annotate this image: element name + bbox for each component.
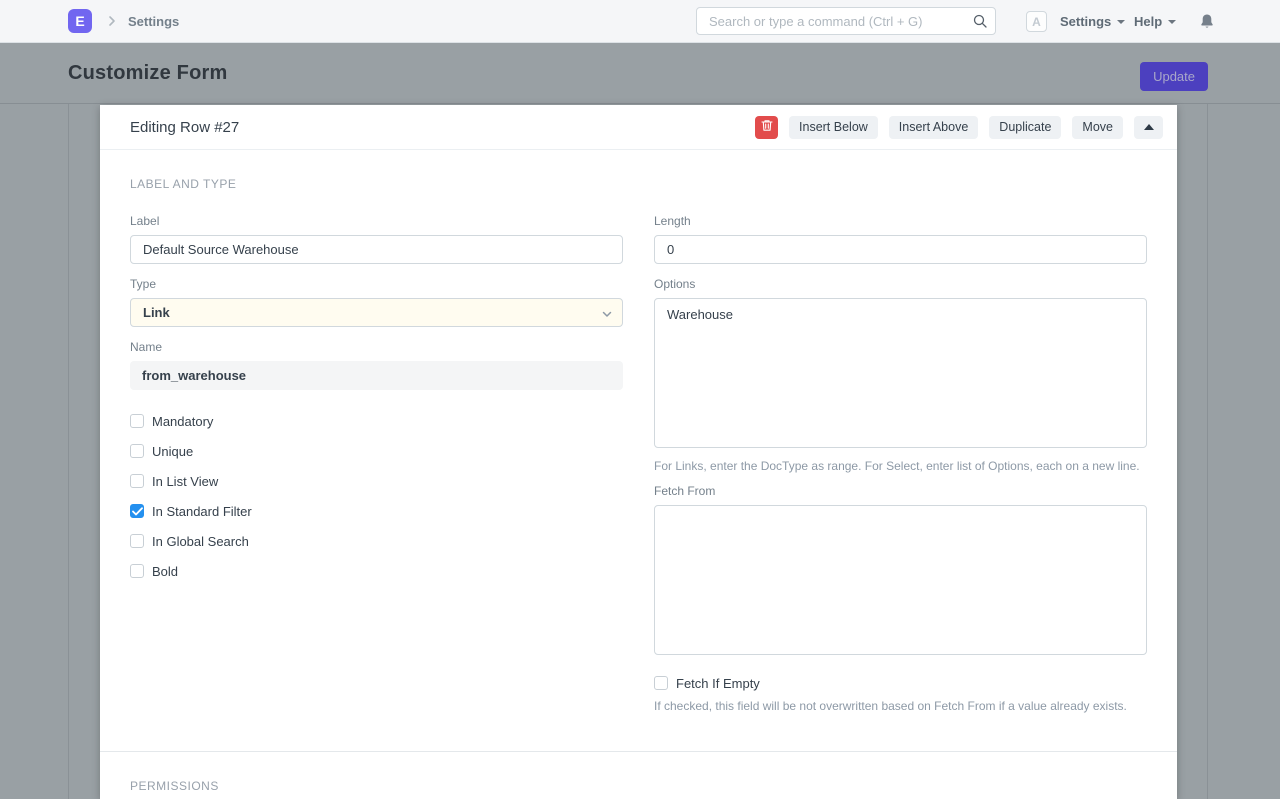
editor-title: Editing Row #27 bbox=[130, 119, 755, 136]
checkbox-label: Fetch If Empty bbox=[676, 676, 760, 691]
duplicate-button[interactable]: Duplicate bbox=[989, 116, 1061, 139]
page-header: Customize Form Update bbox=[0, 43, 1280, 104]
checkbox-label: In List View bbox=[152, 474, 218, 489]
field-length: Length bbox=[654, 214, 1147, 264]
grid-row-editor-dialog: Editing Row #27 Insert Below Insert Abov… bbox=[100, 105, 1177, 799]
field-type-caption: Type bbox=[130, 277, 623, 291]
settings-menu[interactable]: Settings bbox=[1060, 0, 1125, 43]
navbar: E Settings A Settings Help bbox=[0, 0, 1280, 43]
field-name: Name from_warehouse bbox=[130, 340, 623, 390]
breadcrumb-chevron-icon bbox=[106, 15, 118, 27]
editor-right-column: Length Options Warehouse For Links, ente… bbox=[654, 214, 1147, 724]
name-readonly-value: from_warehouse bbox=[130, 361, 623, 390]
length-input[interactable] bbox=[654, 235, 1147, 264]
field-type: Type bbox=[130, 277, 623, 327]
permissions-section: PERMISSIONS bbox=[100, 752, 1177, 799]
global-search bbox=[696, 7, 996, 35]
chevron-down-icon bbox=[1117, 20, 1125, 24]
breadcrumb[interactable]: Settings bbox=[128, 14, 179, 29]
fetch-from-textarea[interactable] bbox=[654, 505, 1147, 655]
checkbox-label: Unique bbox=[152, 444, 193, 459]
chevron-up-icon bbox=[1144, 124, 1154, 130]
section-heading-label-and-type: LABEL AND TYPE bbox=[130, 177, 1147, 191]
fetch-if-empty-help-text: If checked, this field will be not overw… bbox=[654, 698, 1147, 715]
checkbox-label: Mandatory bbox=[152, 414, 213, 429]
editor-body: LABEL AND TYPE Label Type bbox=[100, 150, 1177, 744]
checkbox-in-global-search[interactable]: In Global Search bbox=[130, 526, 623, 556]
checkbox-box[interactable] bbox=[130, 534, 144, 548]
field-label: Label bbox=[130, 214, 623, 264]
checkbox-unique[interactable]: Unique bbox=[130, 436, 623, 466]
checkbox-fetch-if-empty[interactable]: Fetch If Empty bbox=[654, 668, 1147, 698]
insert-below-button[interactable]: Insert Below bbox=[789, 116, 878, 139]
page-container-left-edge bbox=[68, 104, 69, 799]
field-fetch-from-caption: Fetch From bbox=[654, 484, 1147, 498]
help-menu[interactable]: Help bbox=[1134, 0, 1176, 43]
checkbox-box[interactable] bbox=[130, 414, 144, 428]
checkbox-box[interactable] bbox=[130, 444, 144, 458]
options-help-text: For Links, enter the DocType as range. F… bbox=[654, 458, 1147, 475]
editor-actions: Insert Below Insert Above Duplicate Move bbox=[755, 116, 1163, 139]
checkbox-in-standard-filter[interactable]: In Standard Filter bbox=[130, 496, 623, 526]
field-options-caption: Options bbox=[654, 277, 1147, 291]
editor-header: Editing Row #27 Insert Below Insert Abov… bbox=[100, 105, 1177, 150]
app-logo[interactable]: E bbox=[68, 9, 92, 33]
checkbox-box[interactable] bbox=[130, 504, 144, 518]
editor-left-column: Label Type Name from_warehouse bbox=[130, 214, 623, 724]
notifications-bell-icon[interactable] bbox=[1199, 13, 1215, 35]
checkbox-group: Mandatory Unique In List View In Standar… bbox=[130, 406, 623, 586]
checkbox-box[interactable] bbox=[130, 474, 144, 488]
options-textarea[interactable]: Warehouse bbox=[654, 298, 1147, 448]
field-options: Options Warehouse For Links, enter the D… bbox=[654, 277, 1147, 475]
page-title: Customize Form bbox=[68, 62, 227, 85]
user-avatar[interactable]: A bbox=[1026, 11, 1047, 32]
type-select[interactable] bbox=[130, 298, 623, 327]
checkbox-bold[interactable]: Bold bbox=[130, 556, 623, 586]
checkbox-box[interactable] bbox=[654, 676, 668, 690]
checkbox-label: In Global Search bbox=[152, 534, 249, 549]
checkbox-label: Bold bbox=[152, 564, 178, 579]
settings-menu-label: Settings bbox=[1060, 14, 1111, 29]
search-input[interactable] bbox=[696, 7, 996, 35]
help-menu-label: Help bbox=[1134, 14, 1162, 29]
update-button[interactable]: Update bbox=[1140, 62, 1208, 91]
checkbox-box[interactable] bbox=[130, 564, 144, 578]
label-input[interactable] bbox=[130, 235, 623, 264]
field-label-caption: Label bbox=[130, 214, 623, 228]
checkbox-mandatory[interactable]: Mandatory bbox=[130, 406, 623, 436]
section-heading-permissions: PERMISSIONS bbox=[130, 779, 1147, 793]
field-length-caption: Length bbox=[654, 214, 1147, 228]
trash-icon bbox=[761, 119, 773, 135]
checkbox-label: In Standard Filter bbox=[152, 504, 252, 519]
field-name-caption: Name bbox=[130, 340, 623, 354]
checkbox-in-list-view[interactable]: In List View bbox=[130, 466, 623, 496]
page-container-right-edge bbox=[1207, 104, 1208, 799]
delete-row-button[interactable] bbox=[755, 116, 778, 139]
collapse-row-button[interactable] bbox=[1134, 116, 1163, 139]
move-button[interactable]: Move bbox=[1072, 116, 1123, 139]
search-icon[interactable] bbox=[972, 13, 988, 34]
insert-above-button[interactable]: Insert Above bbox=[889, 116, 979, 139]
field-fetch-from: Fetch From bbox=[654, 484, 1147, 660]
chevron-down-icon bbox=[1168, 20, 1176, 24]
